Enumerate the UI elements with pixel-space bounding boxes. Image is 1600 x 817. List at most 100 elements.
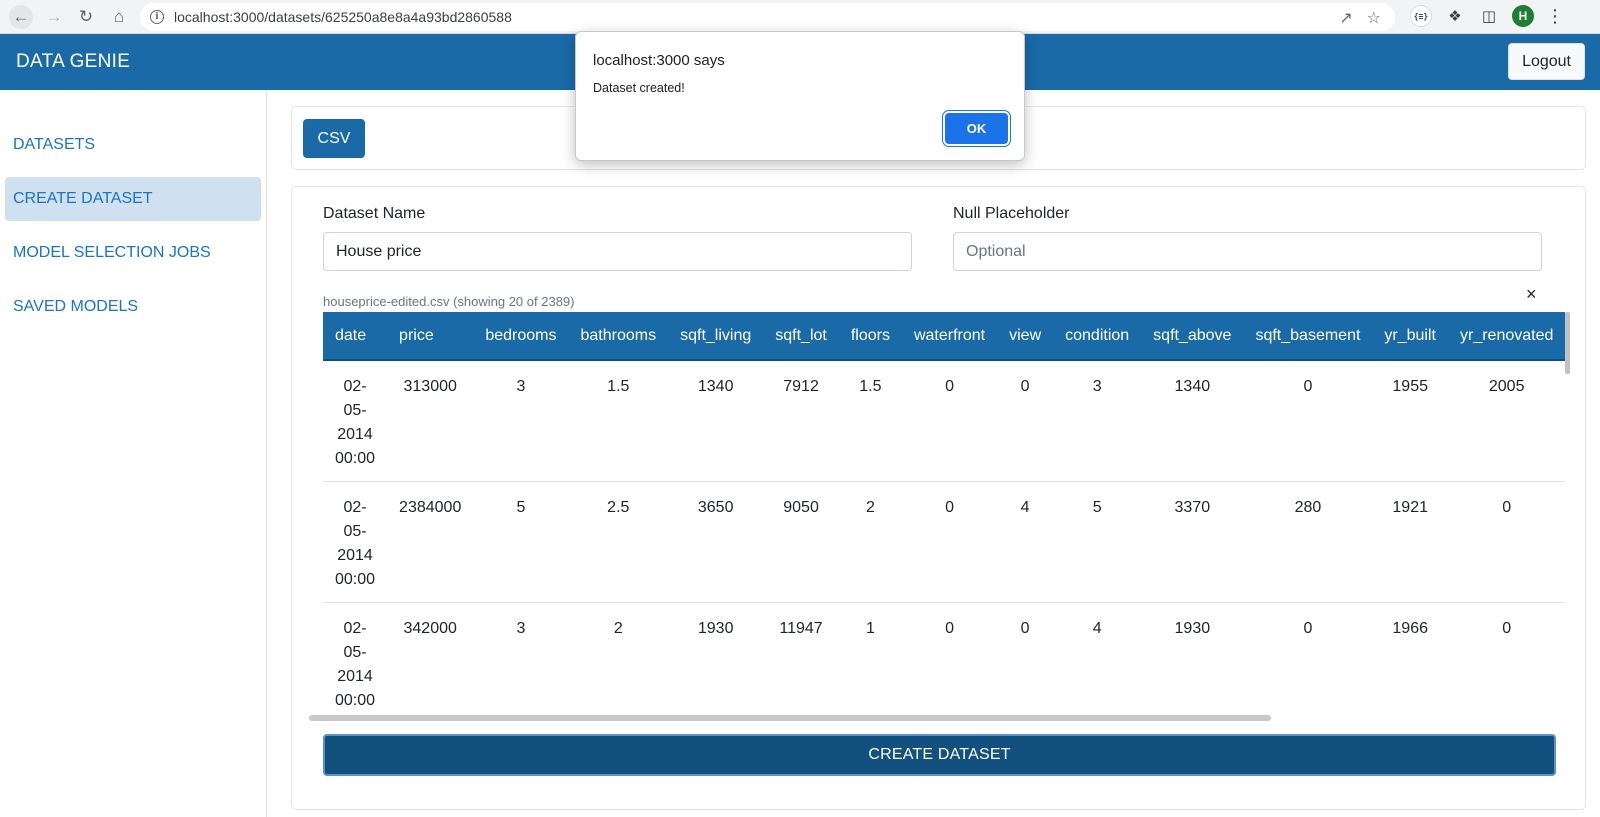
sidebar-item-datasets[interactable]: DATASETS bbox=[5, 123, 261, 167]
date-part: 05- bbox=[343, 522, 367, 540]
table-cell: 3 bbox=[1053, 360, 1142, 482]
table-cell: 0 bbox=[1447, 481, 1566, 603]
date-cell: 02- 05- 2014 00:00 bbox=[323, 602, 388, 712]
table-cell: 2 bbox=[838, 481, 902, 603]
create-dataset-button[interactable]: CREATE DATASET bbox=[323, 734, 1556, 776]
date-part: 2014 bbox=[337, 546, 373, 564]
table-cell: 0 bbox=[1243, 360, 1373, 482]
table-cell: 5 bbox=[473, 481, 569, 603]
column-header: bathrooms bbox=[568, 312, 669, 361]
column-header: yr_renovated bbox=[1447, 312, 1566, 361]
side-panel-icon[interactable]: ◫ bbox=[1478, 5, 1500, 27]
table-cell: 0 bbox=[997, 602, 1054, 712]
extensions-puzzle-icon[interactable]: ❖ bbox=[1444, 5, 1466, 27]
table-horizontal-scrollbar[interactable] bbox=[309, 715, 1271, 721]
column-header: sqft_above bbox=[1141, 312, 1244, 361]
table-cell: 0 bbox=[901, 481, 998, 603]
table-cell: 0 bbox=[901, 360, 998, 482]
column-header: condition bbox=[1053, 312, 1142, 361]
column-header: sqft_living bbox=[668, 312, 764, 361]
profile-avatar[interactable]: H bbox=[1512, 5, 1534, 27]
preview-table: date price bedrooms bathrooms sqft_livin… bbox=[323, 312, 1566, 712]
sidebar-item-saved-models[interactable]: SAVED MODELS bbox=[5, 285, 261, 329]
table-cell: 3 bbox=[473, 602, 569, 712]
date-part: 02- bbox=[343, 619, 367, 637]
table-cell: 0 bbox=[997, 360, 1054, 482]
date-part: 2014 bbox=[337, 667, 373, 685]
url-text[interactable]: localhost:3000/datasets/625250a8e8a4a93b… bbox=[174, 9, 512, 25]
forward-arrow-icon[interactable]: → bbox=[42, 5, 66, 29]
home-icon[interactable]: ⌂ bbox=[107, 5, 131, 29]
column-header: floors bbox=[838, 312, 902, 361]
share-icon[interactable]: ↗ bbox=[1339, 8, 1352, 28]
table-cell: 1340 bbox=[1141, 360, 1244, 482]
sidebar: DATASETS CREATE DATASET MODEL SELECTION … bbox=[0, 90, 267, 817]
table-header-row: date price bedrooms bathrooms sqft_livin… bbox=[323, 312, 1566, 361]
date-part: 00:00 bbox=[335, 691, 376, 709]
date-cell: 02- 05- 2014 00:00 bbox=[323, 360, 388, 482]
table-cell: 4 bbox=[1053, 602, 1142, 712]
column-header: yr_built bbox=[1372, 312, 1448, 361]
sidebar-item-model-selection-jobs[interactable]: MODEL SELECTION JOBS bbox=[5, 231, 261, 275]
table-cell: 1966 bbox=[1372, 602, 1448, 712]
table-cell: 2384000 bbox=[387, 481, 474, 603]
logout-button[interactable]: Logout bbox=[1508, 43, 1585, 80]
column-header: date bbox=[323, 312, 388, 361]
dialog-message: Dataset created! bbox=[593, 81, 685, 95]
site-info-icon[interactable]: i bbox=[150, 10, 164, 24]
table-cell: 5 bbox=[1053, 481, 1142, 603]
date-cell: 02- 05- 2014 00:00 bbox=[323, 481, 388, 603]
table-cell: 1955 bbox=[1372, 360, 1448, 482]
table-cell: 3370 bbox=[1141, 481, 1244, 603]
column-header: waterfront bbox=[901, 312, 998, 361]
back-arrow-icon[interactable]: ← bbox=[9, 5, 33, 29]
date-part: 00:00 bbox=[335, 570, 376, 588]
sidebar-item-create-dataset[interactable]: CREATE DATASET bbox=[5, 177, 261, 221]
browser-menu-icon[interactable]: ⋮ bbox=[1546, 6, 1564, 27]
table-cell: 3650 bbox=[668, 481, 764, 603]
table-cell: 7912 bbox=[763, 360, 839, 482]
table-row: 02- 05- 2014 00:00 2384000 5 2.5 3650 90… bbox=[323, 481, 1566, 603]
date-part: 02- bbox=[343, 378, 367, 395]
table-cell: 280 bbox=[1243, 481, 1373, 603]
table-cell: 1930 bbox=[668, 602, 764, 712]
column-header: sqft_basement bbox=[1243, 312, 1373, 361]
browser-toolbar: ← → ↻ ⌂ i localhost:3000/datasets/625250… bbox=[0, 0, 1600, 34]
table-cell: 11947 bbox=[763, 602, 839, 712]
table-cell: 1.5 bbox=[568, 360, 669, 482]
null-placeholder-input[interactable]: Optional bbox=[953, 232, 1542, 271]
table-cell: 0 bbox=[1447, 602, 1566, 712]
bookmark-star-icon[interactable]: ☆ bbox=[1367, 8, 1381, 28]
table-cell: 1 bbox=[838, 602, 902, 712]
dataset-name-input[interactable]: House price bbox=[323, 232, 912, 271]
dataset-form-card: Dataset Name House price Null Placeholde… bbox=[291, 186, 1586, 810]
null-placeholder-label: Null Placeholder bbox=[953, 205, 1070, 222]
preview-table-container[interactable]: date price bedrooms bathrooms sqft_livin… bbox=[323, 312, 1568, 712]
table-row: 02- 05- 2014 00:00 313000 3 1.5 1340 791… bbox=[323, 360, 1566, 482]
brand-title[interactable]: DATA GENIE bbox=[16, 51, 130, 73]
reload-icon[interactable]: ↻ bbox=[74, 5, 98, 29]
table-row: 02- 05- 2014 00:00 342000 3 2 1930 11947… bbox=[323, 602, 1566, 712]
close-preview-icon[interactable]: × bbox=[1526, 284, 1537, 305]
column-header: price bbox=[387, 312, 474, 361]
json-extension-icon[interactable]: {≡} bbox=[1410, 5, 1432, 27]
address-bar[interactable]: i localhost:3000/datasets/625250a8e8a4a9… bbox=[140, 3, 1395, 31]
table-cell: 2005 bbox=[1447, 360, 1566, 482]
table-cell: 1921 bbox=[1372, 481, 1448, 603]
alert-dialog: localhost:3000 says Dataset created! OK bbox=[575, 31, 1025, 161]
table-vertical-scrollbar[interactable] bbox=[1565, 312, 1570, 374]
table-cell: 0 bbox=[1243, 602, 1373, 712]
table-cell: 1930 bbox=[1141, 602, 1244, 712]
table-cell: 1340 bbox=[668, 360, 764, 482]
date-part: 02- bbox=[343, 498, 367, 516]
dialog-title: localhost:3000 says bbox=[593, 52, 725, 69]
table-cell: 313000 bbox=[387, 360, 474, 482]
dialog-ok-button[interactable]: OK bbox=[945, 113, 1008, 144]
column-header: sqft_lot bbox=[763, 312, 839, 361]
table-cell: 342000 bbox=[387, 602, 474, 712]
column-header: bedrooms bbox=[473, 312, 569, 361]
csv-button[interactable]: CSV bbox=[303, 119, 365, 158]
date-part: 05- bbox=[343, 402, 367, 419]
column-header: view bbox=[997, 312, 1054, 361]
date-part: 2014 bbox=[337, 426, 373, 443]
